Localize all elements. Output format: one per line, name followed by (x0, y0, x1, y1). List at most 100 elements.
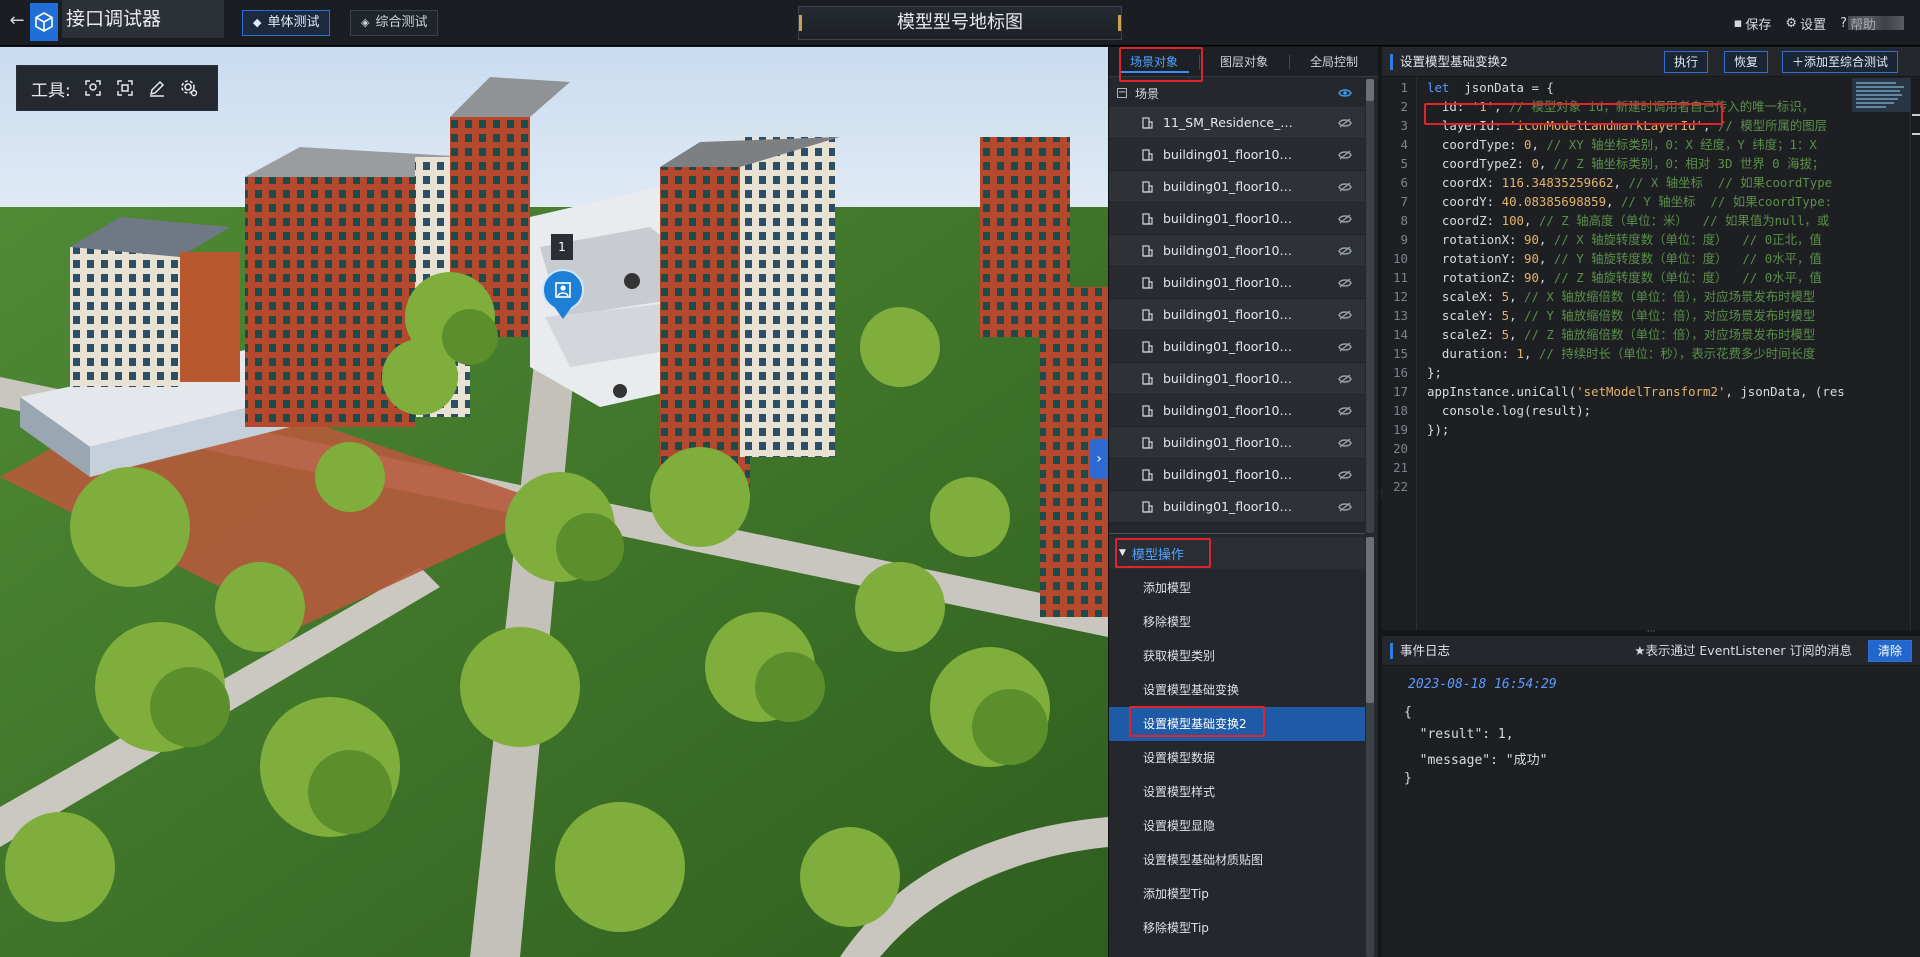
scene-model-badge[interactable]: 1 (551, 237, 573, 257)
tab-scene-objects[interactable]: 场景对象 (1109, 47, 1199, 76)
plus-icon: ＋ (1792, 55, 1805, 69)
caret-down-icon: ▼ (1119, 548, 1126, 558)
op-item[interactable]: 设置模型基础变换 (1109, 673, 1365, 707)
log-line: "message": "成功" (1404, 753, 1548, 768)
hidden-eye-icon[interactable] (1337, 117, 1353, 129)
editor-scrollbar[interactable] (1910, 78, 1920, 630)
editor-panel: 设置模型基础变换2 执行 执行 恢复 ＋添加至综合测试 123456789101… (1382, 47, 1920, 957)
mode-integration-test-button[interactable]: ◈ 综合测试 (350, 10, 439, 36)
hidden-eye-icon[interactable] (1337, 277, 1353, 289)
hidden-eye-icon[interactable] (1337, 437, 1353, 449)
tree-item[interactable]: 11_SM_Residence_00... (1109, 107, 1365, 139)
locate-icon[interactable] (83, 78, 103, 98)
tree-root-scene[interactable]: − 场景 (1109, 79, 1365, 107)
hidden-eye-icon[interactable] (1337, 469, 1353, 481)
hidden-eye-icon[interactable] (1337, 341, 1353, 353)
ops-scrollbar[interactable] (1366, 537, 1374, 957)
code-line: id: '1', // 模型对象 id，新建时调用者自己传入的唯一标识， (1427, 97, 1814, 116)
code-content[interactable]: let jsonData = { id: '1', // 模型对象 id，新建时… (1416, 78, 1856, 630)
save-button[interactable]: ▪ 保存 (1734, 14, 1772, 33)
user-avatar-blurred[interactable] (1848, 16, 1904, 30)
panel-expand-chevron-icon[interactable]: › (1090, 439, 1108, 479)
run-button-alt[interactable]: 执行 (1664, 51, 1709, 73)
hidden-eye-icon[interactable] (1337, 149, 1353, 161)
tab-global-control[interactable]: 全局控制 (1289, 47, 1379, 76)
hidden-eye-icon[interactable] (1337, 501, 1353, 513)
tree-scrollbar-thumb[interactable] (1366, 79, 1374, 101)
pen-icon[interactable] (147, 78, 167, 98)
tree-item[interactable]: building01_floor10_r... (1109, 331, 1365, 363)
code-line: appInstance.uniCall('setModelTransform2'… (1427, 382, 1845, 401)
code-token: // Z 轴高度（单位：米） // 如果值为null，或 (1538, 213, 1830, 228)
model-tag-marker-icon[interactable] (548, 275, 578, 305)
restore-button[interactable]: 恢复 (1724, 51, 1769, 73)
op-item[interactable]: 设置模型基础材质贴图 (1109, 843, 1365, 877)
tree-item[interactable]: building01_floor10_r... (1109, 139, 1365, 171)
op-item[interactable]: 获取模型类别 (1109, 639, 1365, 673)
tree-item[interactable]: building01_floor10_r... (1109, 491, 1365, 523)
model-icon (1141, 212, 1153, 225)
tree-item[interactable]: building01_floor10_r... (1109, 203, 1365, 235)
line-number: 8 (1400, 213, 1408, 228)
tree-item[interactable]: building01_floor10_r... (1109, 427, 1365, 459)
op-item[interactable]: 设置模型数据 (1109, 741, 1365, 775)
code-token: // X 轴坐标 // 如果coordType (1628, 175, 1833, 190)
hidden-eye-icon[interactable] (1337, 405, 1353, 417)
op-item[interactable]: 设置模型样式 (1109, 775, 1365, 809)
model-icon (1141, 148, 1153, 161)
tree-item-label: building01_floor10_r... (1163, 339, 1295, 354)
line-number: 14 (1393, 327, 1408, 342)
hidden-eye-icon[interactable] (1337, 373, 1353, 385)
gear-icon[interactable] (179, 78, 199, 98)
tree-item[interactable]: building01_floor10_r... (1109, 363, 1365, 395)
scene-viewport[interactable]: 1 工具: › (0, 47, 1108, 957)
visible-eye-icon[interactable] (1337, 87, 1353, 99)
code-token: // Z 轴旋转度数（单位：度） // 0水平，值 (1553, 270, 1822, 285)
stack-icon: ◈ (361, 16, 370, 29)
tree-item[interactable]: building01_floor10_r... (1109, 395, 1365, 427)
collapse-icon[interactable]: − (1117, 88, 1127, 98)
tree-item[interactable]: building01_floor10_r... (1109, 171, 1365, 203)
code-token: , jsonData, (res (1725, 384, 1845, 399)
code-line: }; (1427, 363, 1442, 382)
tree-item-label: building01_floor10_r... (1163, 147, 1295, 162)
code-token: , (1606, 194, 1621, 209)
tree-item[interactable]: building01_floor10_r... (1109, 299, 1365, 331)
code-token: , (1524, 213, 1539, 228)
panel-splitter[interactable] (1109, 533, 1365, 534)
code-token: // Y 轴坐标 // 如果coordType: (1620, 194, 1833, 209)
op-item[interactable]: 添加模型 (1109, 571, 1365, 605)
tree-item[interactable]: building01_floor10_r... (1109, 459, 1365, 491)
tree-scrollbar[interactable] (1366, 79, 1374, 533)
ops-group-header[interactable]: ▼ 模型操作 (1109, 537, 1365, 569)
code-token: 1 (1516, 346, 1524, 361)
op-item[interactable]: 设置模型显隐 (1109, 809, 1365, 843)
add-to-integration-button[interactable]: ＋添加至综合测试 (1782, 51, 1899, 73)
code-line: rotationY: 90, // Y 轴旋转度数（单位：度） // 0水平，值 (1427, 249, 1822, 268)
event-log[interactable]: 2023-08-18 16:54:29 { "result": 1, "mess… (1382, 667, 1920, 957)
code-minimap[interactable] (1852, 78, 1910, 112)
ops-scrollbar-thumb[interactable] (1366, 537, 1374, 703)
ops-group-label: 模型操作 (1131, 547, 1184, 563)
op-item[interactable]: 移除模型 (1109, 605, 1365, 639)
tab-layer-objects[interactable]: 图层对象 (1199, 47, 1289, 76)
back-arrow-icon[interactable]: ← (6, 10, 28, 32)
code-editor[interactable]: 1 2 3 4 5 6 7 8 9 10 11 12 13 14 15 16 17 18 19 20 21 22 let … (1382, 78, 1920, 630)
frame-select-icon[interactable] (115, 78, 135, 98)
tree-item-label: building01_floor10_r... (1163, 403, 1295, 418)
tree-item[interactable]: building01_floor10_r... (1109, 267, 1365, 299)
line-number: 9 (1400, 232, 1408, 247)
hidden-eye-icon[interactable] (1337, 309, 1353, 321)
hidden-eye-icon[interactable] (1337, 181, 1353, 193)
hidden-eye-icon[interactable] (1337, 213, 1353, 225)
settings-button[interactable]: ⚙ 设置 (1785, 14, 1826, 33)
op-item[interactable]: 添加模型Tip (1109, 877, 1365, 911)
hidden-eye-icon[interactable] (1337, 245, 1353, 257)
clear-log-button[interactable]: 清除 (1867, 640, 1912, 662)
op-item[interactable]: 设置模型基础变换2 (1109, 707, 1365, 741)
model-icon (1141, 180, 1153, 193)
op-item[interactable]: 移除模型Tip (1109, 911, 1365, 945)
log-title: 事件日志 (1400, 643, 1451, 658)
mode-unit-test-button[interactable]: ◆ 单体测试 (242, 10, 331, 36)
tree-item[interactable]: building01_floor10_r... (1109, 235, 1365, 267)
